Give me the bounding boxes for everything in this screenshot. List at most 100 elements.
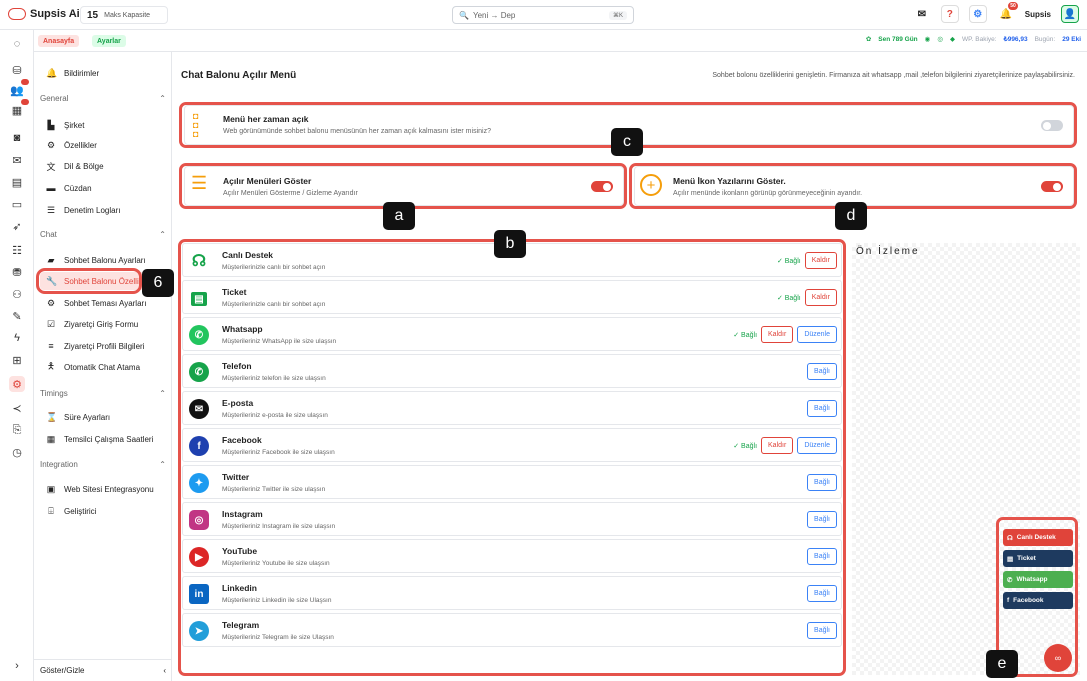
contact-icon[interactable]: ◙	[9, 130, 25, 146]
bell-icon: 🔔	[46, 67, 58, 78]
avatar[interactable]: 👤	[1061, 5, 1079, 23]
marker-a: a	[383, 202, 415, 230]
calendar-icon: ▦	[46, 433, 56, 444]
wp-balance-value: ₺996,93	[1003, 36, 1028, 43]
whatsapp-status-icon: ◎	[937, 36, 943, 43]
code-icon: ▣	[46, 483, 56, 494]
mail-icon[interactable]: ✉	[913, 5, 931, 23]
page-title: Chat Balonu Açılır Menü	[181, 70, 297, 81]
gear-icon[interactable]: ⚙	[968, 5, 987, 23]
section-integration[interactable]: Integration ⌃	[40, 460, 166, 469]
sidebar-item-company[interactable]: ▙ Şirket	[46, 118, 170, 132]
document-icon[interactable]: ▭	[9, 196, 25, 212]
search-box[interactable]: 🔍 Yeni → Dep ⌘K	[452, 6, 634, 24]
chevron-up-icon: ⌃	[159, 230, 166, 239]
sidebar-item-visitor-profile[interactable]: ≡ Ziyaretçi Profili Bilgileri	[46, 339, 170, 353]
marker-c: c	[611, 128, 643, 156]
chevron-up-icon: ⌃	[159, 460, 166, 469]
capacity-number: 15	[87, 9, 99, 21]
today-value: 29 Eki	[1062, 35, 1081, 43]
breadcrumb-settings[interactable]: Ayarlar	[92, 35, 126, 47]
sidebar-item-features[interactable]: ⚙ Özellikler	[46, 138, 170, 152]
message-icon[interactable]: ✉	[9, 152, 25, 168]
building-icon: ▙	[47, 119, 55, 130]
table-icon[interactable]: ☷	[9, 242, 25, 258]
marker-b: b	[494, 230, 526, 258]
sidebar-item-chat-theme[interactable]: ⚙ Sohbet Teması Ayarları	[46, 296, 170, 310]
section-general[interactable]: General ⌃	[40, 94, 166, 103]
days-counter: Sen 789 Gün	[878, 35, 918, 43]
sidebar-item-website-integration[interactable]: ▣ Web Sitesi Entegrasyonu	[46, 482, 170, 496]
ai-icon: ◆	[950, 36, 955, 43]
users-icon[interactable]: 👥	[9, 79, 29, 98]
wifi-icon: ◉	[924, 36, 931, 43]
icon-rail: ◌ ⛁ 👥 ▦ ◙ ✉ ▤ ▭ ➶ ☷ ⛃ ⚇ ✎ ϟ ⊞ ⚙ ≺ ⎘ ◷ ›	[0, 30, 34, 681]
sidebar-item-bubble-settings[interactable]: ▰ Sohbet Balonu Ayarları	[46, 253, 170, 267]
settings-sidebar: 🔔 Bildirimler General ⌃ ▙ Şirket ⚙ Özellikle…	[34, 52, 172, 681]
calendar-icon[interactable]: ▤	[9, 174, 25, 190]
user-name[interactable]: Supsis	[1025, 10, 1051, 19]
flash-icon[interactable]: ϟ	[9, 330, 25, 346]
help-icon[interactable]: ?	[940, 5, 959, 23]
home-icon[interactable]: ◌	[9, 36, 25, 52]
capacity-label: Maks Kapasite	[104, 11, 151, 19]
translate-icon: 文	[46, 161, 56, 172]
edit-icon[interactable]: ✎	[9, 308, 25, 324]
breadcrumb-home[interactable]: Anasayfa	[38, 35, 80, 47]
sidebar-item-notifications[interactable]: 🔔 Bildirimler	[46, 66, 170, 80]
brand-name: Supsis Ai	[30, 8, 80, 20]
leaf-icon: ✿	[865, 36, 872, 43]
search-shortcut: ⌘K	[608, 10, 627, 20]
gear-icon: ⚙	[46, 297, 56, 308]
page-subtitle: Sohbet bolonu özelliklerini genişletin. …	[712, 72, 1075, 79]
terminal-icon: ⌹	[48, 505, 54, 516]
sidebar-toggle[interactable]: Göster/Gizle ‹	[34, 659, 172, 681]
brand-logo[interactable]: Supsis Ai	[8, 8, 80, 20]
marker-e: e	[986, 650, 1018, 678]
person-icon: 🯅	[47, 361, 55, 371]
sidebar-item-audit-logs[interactable]: ☰ Denetim Logları	[46, 203, 170, 217]
sidebar-item-work-hours[interactable]: ▦ Temsilci Çalışma Saatleri	[46, 432, 170, 446]
clock-icon[interactable]: ◷	[9, 444, 25, 460]
annotation-box-b	[178, 239, 846, 676]
hourglass-icon: ⌛	[46, 411, 58, 422]
sidebar-item-wallet[interactable]: ▬ Cüzdan	[46, 181, 170, 195]
settings-icon[interactable]: ⚙	[9, 376, 25, 392]
archive-icon[interactable]: ⎘	[9, 422, 25, 438]
campaign-icon[interactable]: ➶	[9, 218, 25, 234]
wallet-icon: ▬	[46, 183, 56, 193]
top-bar: Supsis Ai 15 Maks Kapasite 🔍 Yeni → Dep ⌘K …	[0, 0, 1087, 30]
capacity-badge: 15 Maks Kapasite	[80, 6, 168, 24]
checkbox-icon: ☑	[46, 318, 56, 329]
inbox-icon[interactable]: ⛁	[9, 62, 25, 78]
chevron-left-icon: ‹	[163, 666, 166, 675]
storage-icon[interactable]: ⛃	[9, 264, 25, 280]
share-icon[interactable]: ≺	[9, 400, 25, 416]
search-input[interactable]: Yeni → Dep	[473, 11, 515, 20]
list-icon: ☰	[46, 204, 56, 215]
notification-count: 50	[1008, 2, 1018, 10]
sidebar-item-language[interactable]: 文 Dil & Bölge	[46, 159, 170, 173]
section-chat[interactable]: Chat ⌃	[40, 230, 166, 239]
sidebar-item-auto-assign[interactable]: 🯅 Otomatik Chat Atama	[46, 360, 170, 374]
filter-icon: ≡	[48, 341, 54, 351]
search-icon: 🔍	[459, 10, 469, 20]
notification-icon[interactable]: 🔔 50	[997, 2, 1018, 23]
logo-icon	[8, 8, 26, 20]
team-icon[interactable]: ⚇	[9, 286, 25, 302]
chevron-up-icon: ⌃	[159, 389, 166, 398]
expand-icon[interactable]: ›	[9, 658, 25, 674]
sidebar-item-time-settings[interactable]: ⌛ Süre Ayarları	[46, 410, 170, 424]
apps-icon[interactable]: ⊞	[9, 352, 25, 368]
breadcrumb-bar: Anasayfa Ayarlar ✿ Sen 789 Gün ◉ ◎ ◆ WP.…	[34, 30, 1087, 52]
today-label: Bugün:	[1034, 35, 1056, 43]
section-timings[interactable]: Timings ⌃	[40, 389, 166, 398]
grid-icon[interactable]: ▦	[9, 99, 29, 118]
sidebar-item-developer[interactable]: ⌹ Geliştirici	[46, 504, 170, 518]
chat-icon: ▰	[47, 254, 55, 265]
marker-d: d	[835, 202, 867, 230]
wp-balance-label: WP. Bakiye:	[962, 35, 997, 43]
preview-title: Ön İzleme	[856, 246, 920, 257]
sidebar-item-visitor-form[interactable]: ☑ Ziyaretçi Giriş Formu	[46, 317, 170, 331]
gear-icon: ⚙	[46, 139, 56, 150]
